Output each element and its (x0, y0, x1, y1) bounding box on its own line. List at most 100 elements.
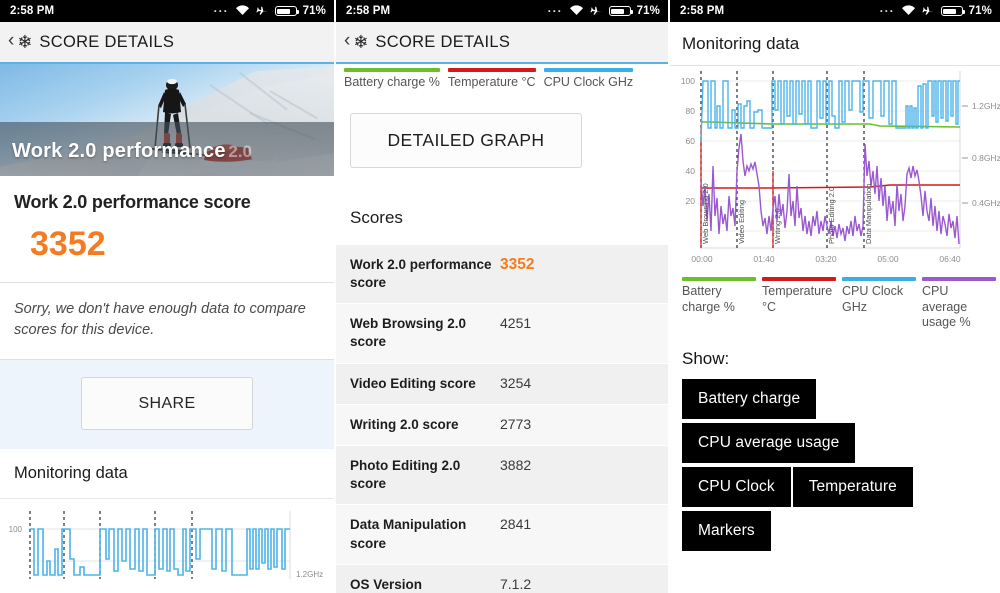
battery-percent: 71% (968, 5, 992, 17)
row-key: Web Browsing 2.0 score (350, 316, 467, 350)
page-title: SCORE DETAILS (39, 32, 175, 51)
legend-label: Battery charge % (682, 284, 735, 314)
toggle-battery-charge[interactable]: Battery charge (682, 378, 817, 419)
svg-text:Data Manipulation: Data Manipulation (864, 184, 873, 244)
monitoring-chart-preview: 100 1.2GHz (0, 499, 334, 580)
row-key: Writing 2.0 score (350, 416, 459, 432)
svg-text:40: 40 (686, 166, 696, 176)
airplane-icon (590, 4, 603, 19)
hero-title: Work 2.0 performance (12, 140, 226, 162)
svg-text:Photo Editing 2.0: Photo Editing 2.0 (827, 187, 836, 244)
back-chevron-icon[interactable]: ‹ (6, 30, 16, 55)
svg-text:1.2GHz: 1.2GHz (296, 570, 323, 579)
toggle-cpu-average-usage[interactable]: CPU average usage (682, 422, 856, 463)
toggle-markers[interactable]: Markers (682, 510, 771, 551)
airplane-icon (256, 4, 269, 19)
status-bar: 2:58 PM ··· 71% (0, 0, 334, 22)
legend-item-cpu-usage: CPU average usage % (922, 277, 996, 331)
share-section: SHARE (0, 360, 334, 450)
legend-item-temperature: Temperature °C (762, 277, 836, 331)
svg-text:0.8GHz: 0.8GHz (972, 153, 1000, 163)
svg-text:1.2GHz: 1.2GHz (972, 101, 1000, 111)
back-chevron-icon[interactable]: ‹ (342, 30, 352, 55)
legend-label: CPU Clock GHz (543, 75, 634, 89)
status-time: 2:58 PM (680, 5, 725, 17)
table-row: Video Editing score 3254 (336, 362, 668, 404)
table-row: Writing 2.0 score 2773 (336, 403, 668, 445)
svg-text:20: 20 (686, 196, 696, 206)
battery-percent: 71% (302, 5, 326, 17)
row-value: 2773 (500, 415, 532, 432)
row-key: Video Editing score (350, 375, 476, 391)
legend-item-battery: Battery charge % (344, 68, 440, 91)
monitoring-chart-svg: 100 80 60 40 20 1.2GHz 0.8GHz 0.4GHz 00:… (681, 71, 1000, 264)
toggle-row: Battery charge (682, 378, 1000, 419)
toggle-temperature[interactable]: Temperature (792, 466, 913, 507)
table-row: Photo Editing 2.0 score 3882 (336, 444, 668, 505)
wifi-icon (569, 4, 584, 19)
share-button[interactable]: SHARE (81, 377, 253, 431)
scores-heading: Scores (336, 193, 668, 244)
monitoring-header: Monitoring data (670, 22, 1000, 66)
row-value: 3254 (500, 374, 532, 391)
toggle-row: Markers (682, 510, 1000, 551)
svg-text:05:00: 05:00 (877, 254, 899, 264)
svg-text:80: 80 (686, 106, 696, 116)
detailed-graph-section: DETAILED GRAPH (336, 90, 668, 194)
wifi-icon (235, 4, 250, 19)
svg-text:Video Editing: Video Editing (737, 200, 746, 244)
snowflake-icon: ❄ (353, 32, 369, 52)
row-value: 3882 (500, 456, 532, 473)
svg-text:01:40: 01:40 (753, 254, 775, 264)
toggle-cpu-clock[interactable]: CPU Clock (682, 466, 791, 507)
status-time: 2:58 PM (346, 5, 391, 17)
detailed-graph-button[interactable]: DETAILED GRAPH (350, 112, 582, 168)
hero-banner: Work 2.0 performance 2.0 (0, 64, 334, 176)
svg-text:Writing 2.0: Writing 2.0 (773, 208, 782, 244)
table-row: Work 2.0 performance score 3352 (336, 243, 668, 304)
svg-text:Web Browsing 2.0: Web Browsing 2.0 (701, 183, 710, 244)
score-card: Work 2.0 performance score 3352 (0, 176, 334, 283)
monitoring-chart: 100 80 60 40 20 1.2GHz 0.8GHz 0.4GHz 00:… (670, 66, 1000, 271)
legend-label: Temperature °C (447, 75, 536, 89)
score-card-value: 3352 (30, 225, 106, 263)
battery-icon (274, 6, 300, 16)
legend-label: Battery charge % (344, 75, 440, 89)
svg-text:06:40: 06:40 (939, 254, 961, 264)
battery-icon (940, 6, 966, 16)
monitoring-chart-preview-svg: 100 1.2GHz (9, 511, 323, 580)
battery-icon (608, 6, 634, 16)
airplane-icon (922, 4, 935, 19)
svg-text:100: 100 (9, 525, 23, 534)
app-header: ‹ ❄ SCORE DETAILS (0, 22, 334, 64)
chart-legend: Battery charge % Temperature °C CPU Cloc… (336, 64, 668, 91)
legend-item-cpu-clock: CPU Clock GHz (543, 68, 634, 91)
row-value: 3352 (500, 255, 535, 273)
page-title: Monitoring data (682, 33, 800, 53)
more-icon: ··· (879, 4, 895, 18)
status-bar: 2:58 PM ··· 71% (336, 0, 668, 22)
legend-label: CPU Clock GHz (842, 284, 904, 314)
row-key: Data Manipulation score (350, 517, 467, 551)
legend-item-temperature: Temperature °C (447, 68, 536, 91)
screen-monitoring-data: 2:58 PM ··· 71% Monitoring data 100 80 6… (668, 0, 1000, 593)
table-row: OS Version 7.1.2 (336, 563, 668, 593)
series-toggles: Battery charge CPU average usage CPU Clo… (670, 378, 1000, 561)
row-value: 2841 (500, 516, 532, 533)
legend-item-cpu-clock: CPU Clock GHz (842, 277, 916, 331)
svg-text:0.4GHz: 0.4GHz (972, 198, 1000, 208)
legend-label: Temperature °C (762, 284, 833, 314)
toggle-row: CPU Clock Temperature (682, 466, 1000, 507)
table-row: Web Browsing 2.0 score 4251 (336, 303, 668, 363)
toggle-row: CPU average usage (682, 422, 1000, 463)
scores-table: Work 2.0 performance score 3352 Web Brow… (336, 243, 668, 593)
screen-score-details-scores: 2:58 PM ··· 71% ‹ ❄ SCORE DETAILS Batter… (334, 0, 668, 593)
svg-text:60: 60 (686, 136, 696, 146)
no-data-message: Sorry, we don't have enough data to comp… (0, 283, 334, 361)
row-key: Work 2.0 performance score (350, 256, 492, 290)
monitoring-data-heading: Monitoring data (0, 449, 334, 500)
row-key: Photo Editing 2.0 score (350, 457, 461, 492)
row-value: 4251 (500, 315, 532, 332)
svg-text:100: 100 (681, 76, 695, 86)
show-heading: Show: (682, 348, 730, 368)
